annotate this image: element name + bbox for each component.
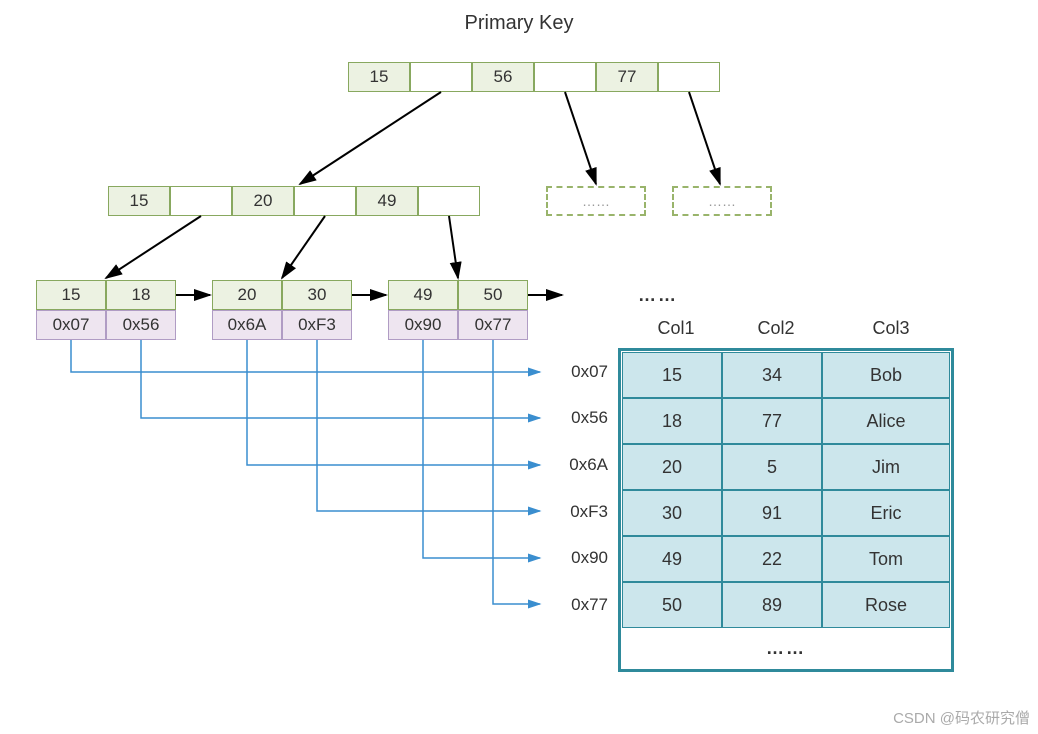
cell-r0c0: 15 [622, 352, 722, 398]
leaf2-key-0: 49 [388, 280, 458, 310]
table-ellipsis: …… [618, 628, 954, 672]
root-key-0: 15 [348, 62, 410, 92]
cell-r0c1: 34 [722, 352, 822, 398]
cell-r3c2: Eric [822, 490, 950, 536]
watermark: CSDN @码农研究僧 [893, 707, 1030, 728]
cell-r2c0: 20 [622, 444, 722, 490]
leaf0-addr-1: 0x56 [106, 310, 176, 340]
cell-r2c1: 5 [722, 444, 822, 490]
cell-r5c0: 50 [622, 582, 722, 628]
leaf1-key-1: 30 [282, 280, 352, 310]
rowaddr-4: 0x90 [548, 548, 608, 568]
leaf2-addr-1: 0x77 [458, 310, 528, 340]
cell-r5c2: Rose [822, 582, 950, 628]
cell-r4c0: 49 [622, 536, 722, 582]
cell-r2c2: Jim [822, 444, 950, 490]
leaf0-key-0: 15 [36, 280, 106, 310]
cell-r5c1: 89 [722, 582, 822, 628]
leaf0-key-1: 18 [106, 280, 176, 310]
internal-ptr-0 [170, 186, 232, 216]
leaf1-addr-1: 0xF3 [282, 310, 352, 340]
cell-r4c2: Tom [822, 536, 950, 582]
rowaddr-3: 0xF3 [548, 502, 608, 522]
internal-key-1: 20 [232, 186, 294, 216]
internal-placeholder-1: …… [546, 186, 646, 216]
cell-r1c0: 18 [622, 398, 722, 444]
table-col-2: Col3 [836, 318, 946, 339]
cell-r3c0: 30 [622, 490, 722, 536]
rowaddr-2: 0x6A [548, 455, 608, 475]
diagram-title: Primary Key [0, 12, 1038, 35]
leaf2-key-1: 50 [458, 280, 528, 310]
internal-key-2: 49 [356, 186, 418, 216]
leaf-ellipsis: …… [638, 285, 678, 306]
cell-r1c2: Alice [822, 398, 950, 444]
internal-key-0: 15 [108, 186, 170, 216]
root-ptr-2 [658, 62, 720, 92]
cell-r1c1: 77 [722, 398, 822, 444]
rowaddr-0: 0x07 [548, 362, 608, 382]
root-key-1: 56 [472, 62, 534, 92]
table-col-1: Col2 [736, 318, 816, 339]
leaf1-addr-0: 0x6A [212, 310, 282, 340]
cell-r0c2: Bob [822, 352, 950, 398]
root-key-2: 77 [596, 62, 658, 92]
cell-r4c1: 22 [722, 536, 822, 582]
cell-r3c1: 91 [722, 490, 822, 536]
internal-ptr-1 [294, 186, 356, 216]
root-ptr-1 [534, 62, 596, 92]
internal-ptr-2 [418, 186, 480, 216]
leaf2-addr-0: 0x90 [388, 310, 458, 340]
table-col-0: Col1 [636, 318, 716, 339]
leaf1-key-0: 20 [212, 280, 282, 310]
leaf0-addr-0: 0x07 [36, 310, 106, 340]
rowaddr-5: 0x77 [548, 595, 608, 615]
rowaddr-1: 0x56 [548, 408, 608, 428]
internal-placeholder-2: …… [672, 186, 772, 216]
root-ptr-0 [410, 62, 472, 92]
